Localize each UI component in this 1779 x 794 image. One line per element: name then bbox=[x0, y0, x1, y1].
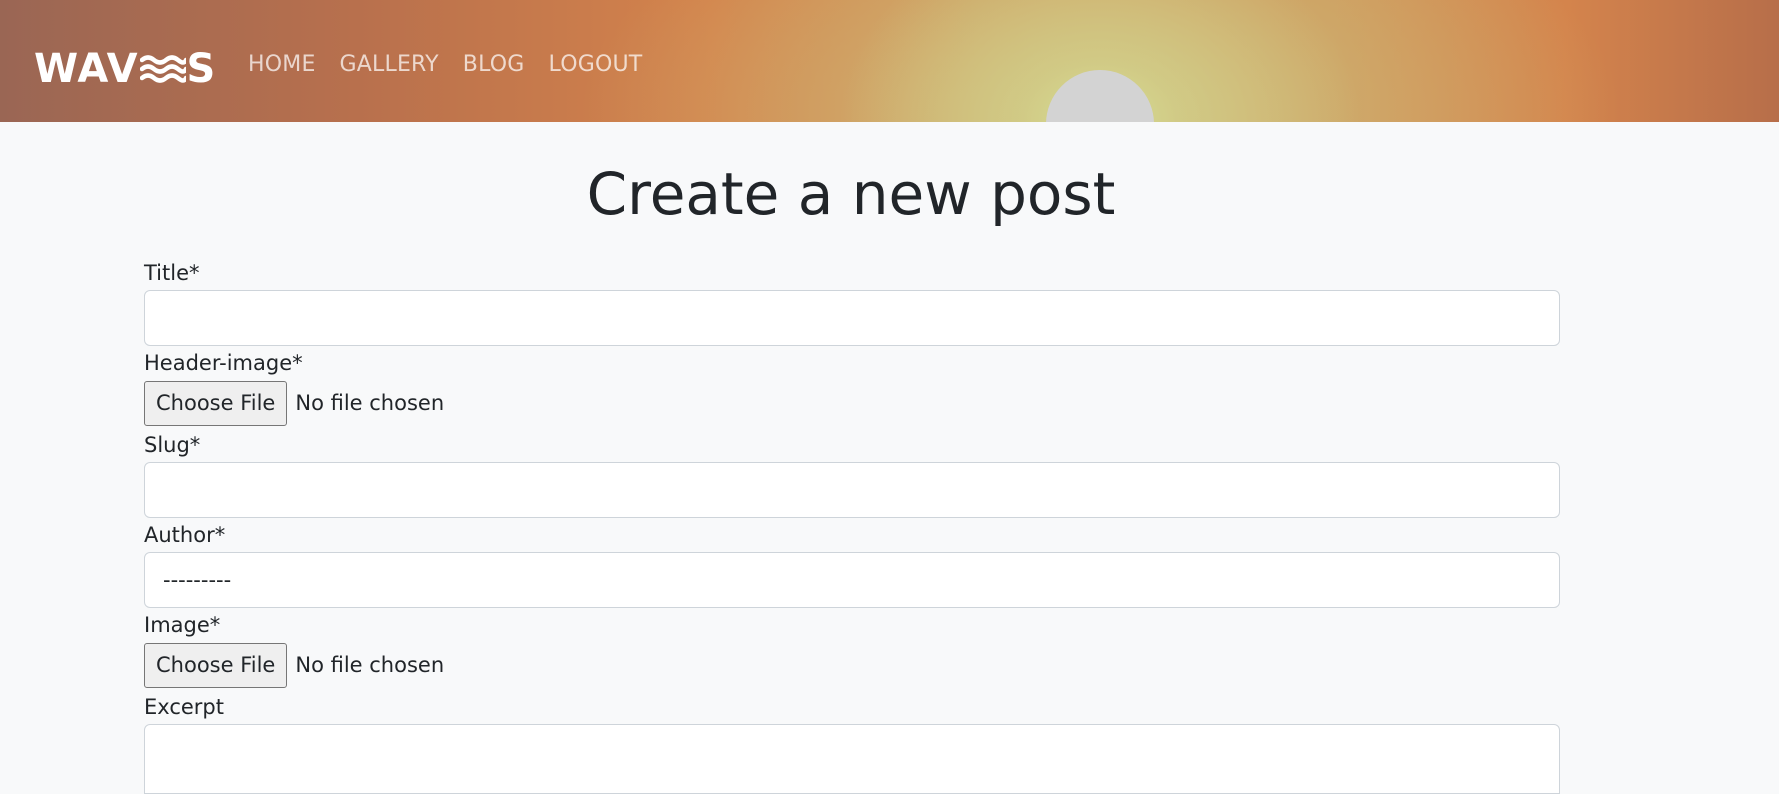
image-label: Image* bbox=[144, 613, 221, 637]
nav-link-logout[interactable]: LOGOUT bbox=[549, 52, 643, 77]
page-title: Create a new post bbox=[586, 160, 1116, 228]
header-image-file-status: No file chosen bbox=[295, 391, 445, 415]
title-input[interactable] bbox=[144, 290, 1560, 346]
excerpt-label: Excerpt bbox=[144, 695, 224, 719]
main-nav: HOME GALLERY BLOG LOGOUT bbox=[248, 52, 642, 77]
excerpt-textarea[interactable] bbox=[144, 724, 1560, 794]
header-image-choose-file-button[interactable]: Choose File bbox=[144, 380, 288, 426]
create-post-form: Title* Header-image* Choose File No file… bbox=[144, 256, 1560, 794]
brand-logo-text-right: S bbox=[186, 46, 217, 92]
header-image-file-input: Choose File No file chosen bbox=[144, 380, 1560, 426]
brand-logo[interactable]: WAV S bbox=[34, 47, 216, 91]
slug-label: Slug* bbox=[144, 433, 201, 457]
author-label: Author* bbox=[144, 523, 226, 547]
image-choose-file-button[interactable]: Choose File bbox=[144, 642, 288, 688]
waves-icon bbox=[139, 55, 186, 83]
nav-link-home[interactable]: HOME bbox=[248, 52, 316, 77]
header-image-label: Header-image* bbox=[144, 351, 303, 375]
nav-link-blog[interactable]: BLOG bbox=[463, 52, 525, 77]
navbar: WAV S HOME GALLERY BLOG LOGOUT bbox=[0, 0, 1779, 122]
image-file-input: Choose File No file chosen bbox=[144, 642, 1560, 688]
image-file-status: No file chosen bbox=[295, 653, 445, 677]
author-select[interactable]: --------- bbox=[144, 552, 1560, 608]
nav-link-gallery[interactable]: GALLERY bbox=[340, 52, 439, 77]
sun-decoration bbox=[1046, 70, 1154, 122]
slug-input[interactable] bbox=[144, 462, 1560, 518]
title-label: Title* bbox=[144, 261, 200, 285]
brand-logo-text-left: WAV bbox=[34, 46, 139, 92]
